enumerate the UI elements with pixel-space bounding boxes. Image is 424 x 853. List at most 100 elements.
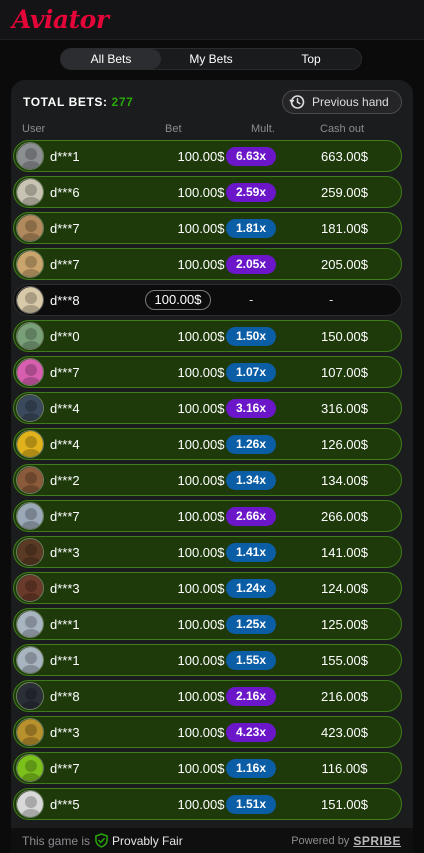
cashout-amount: -: [329, 292, 334, 307]
column-cashout: Cash out: [320, 123, 365, 135]
bet-row: d***7 100.00$ 2.66x 266.00$: [13, 500, 402, 532]
bet-row: d***6 100.00$ 2.59x 259.00$: [13, 176, 402, 208]
spribe-logo[interactable]: SPRIBE: [353, 834, 401, 848]
bet-row: d***4 100.00$ 3.16x 316.00$: [13, 392, 402, 424]
user-avatar-icon: [16, 682, 44, 710]
total-bets: TOTAL BETS: 277: [23, 95, 133, 109]
bet-row: d***8 100.00$ - -: [13, 284, 402, 316]
username: d***1: [50, 617, 80, 632]
powered-by-label: Powered by: [291, 834, 350, 847]
fair-prefix: This game is: [22, 833, 91, 848]
multiplier-badge: 1.16x: [226, 759, 276, 778]
previous-hand-button[interactable]: Previous hand: [282, 90, 402, 114]
cashout-amount: 259.00$: [321, 185, 368, 200]
bet-row: d***1 100.00$ 1.55x 155.00$: [13, 644, 402, 676]
user-avatar-icon: [16, 574, 44, 602]
bets-tab-bar: All Bets My Bets Top: [60, 48, 362, 70]
bet-row: d***4 100.00$ 1.26x 126.00$: [13, 428, 402, 460]
previous-hand-label: Previous hand: [312, 95, 389, 109]
user-avatar-icon: [16, 790, 44, 818]
bet-row: d***3 100.00$ 1.24x 124.00$: [13, 572, 402, 604]
provably-fair-link[interactable]: This game is Provably Fair: [22, 833, 183, 848]
shield-check-icon: [95, 833, 108, 848]
cashout-amount: 107.00$: [321, 365, 368, 380]
username: d***6: [50, 185, 80, 200]
user-avatar-icon: [16, 754, 44, 782]
powered-by: Powered by SPRIBE: [291, 834, 401, 848]
username: d***7: [50, 509, 80, 524]
cashout-amount: 151.00$: [321, 797, 368, 812]
username: d***2: [50, 473, 80, 488]
user-avatar-icon: [16, 466, 44, 494]
cashout-amount: 124.00$: [321, 581, 368, 596]
tab-all-bets[interactable]: All Bets: [61, 49, 161, 69]
multiplier-badge: 1.55x: [226, 651, 276, 670]
bet-row: d***7 100.00$ 2.05x 205.00$: [13, 248, 402, 280]
username: d***8: [50, 689, 80, 704]
user-avatar-icon: [16, 142, 44, 170]
multiplier-badge: 6.63x: [226, 147, 276, 166]
cashout-amount: 423.00$: [321, 725, 368, 740]
username: d***7: [50, 365, 80, 380]
footer: This game is Provably Fair Powered by SP…: [11, 828, 413, 853]
username: d***4: [50, 401, 80, 416]
user-avatar-icon: [16, 646, 44, 674]
cashout-amount: 141.00$: [321, 545, 368, 560]
multiplier-badge: 1.51x: [226, 795, 276, 814]
user-avatar-icon: [16, 610, 44, 638]
user-avatar-icon: [16, 178, 44, 206]
tab-top[interactable]: Top: [261, 49, 361, 69]
column-user: User: [22, 123, 46, 135]
cashout-amount: 181.00$: [321, 221, 368, 236]
username: d***3: [50, 545, 80, 560]
user-avatar-icon: [16, 286, 44, 314]
cashout-amount: 216.00$: [321, 689, 368, 704]
multiplier-badge: 2.05x: [226, 255, 276, 274]
cashout-amount: 205.00$: [321, 257, 368, 272]
tab-my-bets[interactable]: My Bets: [161, 49, 261, 69]
cashout-amount: 125.00$: [321, 617, 368, 632]
bet-row: d***7 100.00$ 1.81x 181.00$: [13, 212, 402, 244]
username: d***7: [50, 221, 80, 236]
column-mult: Mult.: [251, 123, 275, 135]
username: d***8: [50, 293, 80, 308]
multiplier-badge: 1.34x: [226, 471, 276, 490]
cashout-amount: 126.00$: [321, 437, 368, 452]
multiplier-badge: 4.23x: [226, 723, 276, 742]
multiplier-badge: 2.59x: [226, 183, 276, 202]
user-avatar-icon: [16, 538, 44, 566]
cashout-amount: 116.00$: [321, 761, 368, 776]
multiplier-badge: 3.16x: [226, 399, 276, 418]
username: d***3: [50, 581, 80, 596]
provably-fair-label: Provably Fair: [112, 833, 183, 848]
multiplier-badge: 2.16x: [226, 687, 276, 706]
multiplier-badge: 1.41x: [226, 543, 276, 562]
bet-row: d***0 100.00$ 1.50x 150.00$: [13, 320, 402, 352]
bet-row: d***3 100.00$ 4.23x 423.00$: [13, 716, 402, 748]
multiplier-badge: 2.66x: [226, 507, 276, 526]
user-avatar-icon: [16, 250, 44, 278]
user-avatar-icon: [16, 430, 44, 458]
total-bets-label: TOTAL BETS:: [23, 95, 108, 109]
multiplier-badge: 1.81x: [226, 219, 276, 238]
username: d***7: [50, 257, 80, 272]
cashout-amount: 316.00$: [321, 401, 368, 416]
username: d***0: [50, 329, 80, 344]
multiplier-badge: 1.26x: [226, 435, 276, 454]
cashout-amount: 266.00$: [321, 509, 368, 524]
username: d***3: [50, 725, 80, 740]
user-avatar-icon: [16, 394, 44, 422]
bet-row: d***3 100.00$ 1.41x 141.00$: [13, 536, 402, 568]
multiplier-badge: 1.50x: [226, 327, 276, 346]
top-header: Aviator: [0, 0, 424, 40]
user-avatar-icon: [16, 502, 44, 530]
username: d***5: [50, 797, 80, 812]
column-bet: Bet: [165, 123, 182, 135]
bet-row: d***5 100.00$ 1.51x 151.00$: [13, 788, 402, 820]
total-bets-value: 277: [111, 95, 134, 109]
user-avatar-icon: [16, 358, 44, 386]
username: d***7: [50, 761, 80, 776]
bet-row: d***7 100.00$ 1.07x 107.00$: [13, 356, 402, 388]
cashout-amount: 663.00$: [321, 149, 368, 164]
multiplier-badge: 1.25x: [226, 615, 276, 634]
